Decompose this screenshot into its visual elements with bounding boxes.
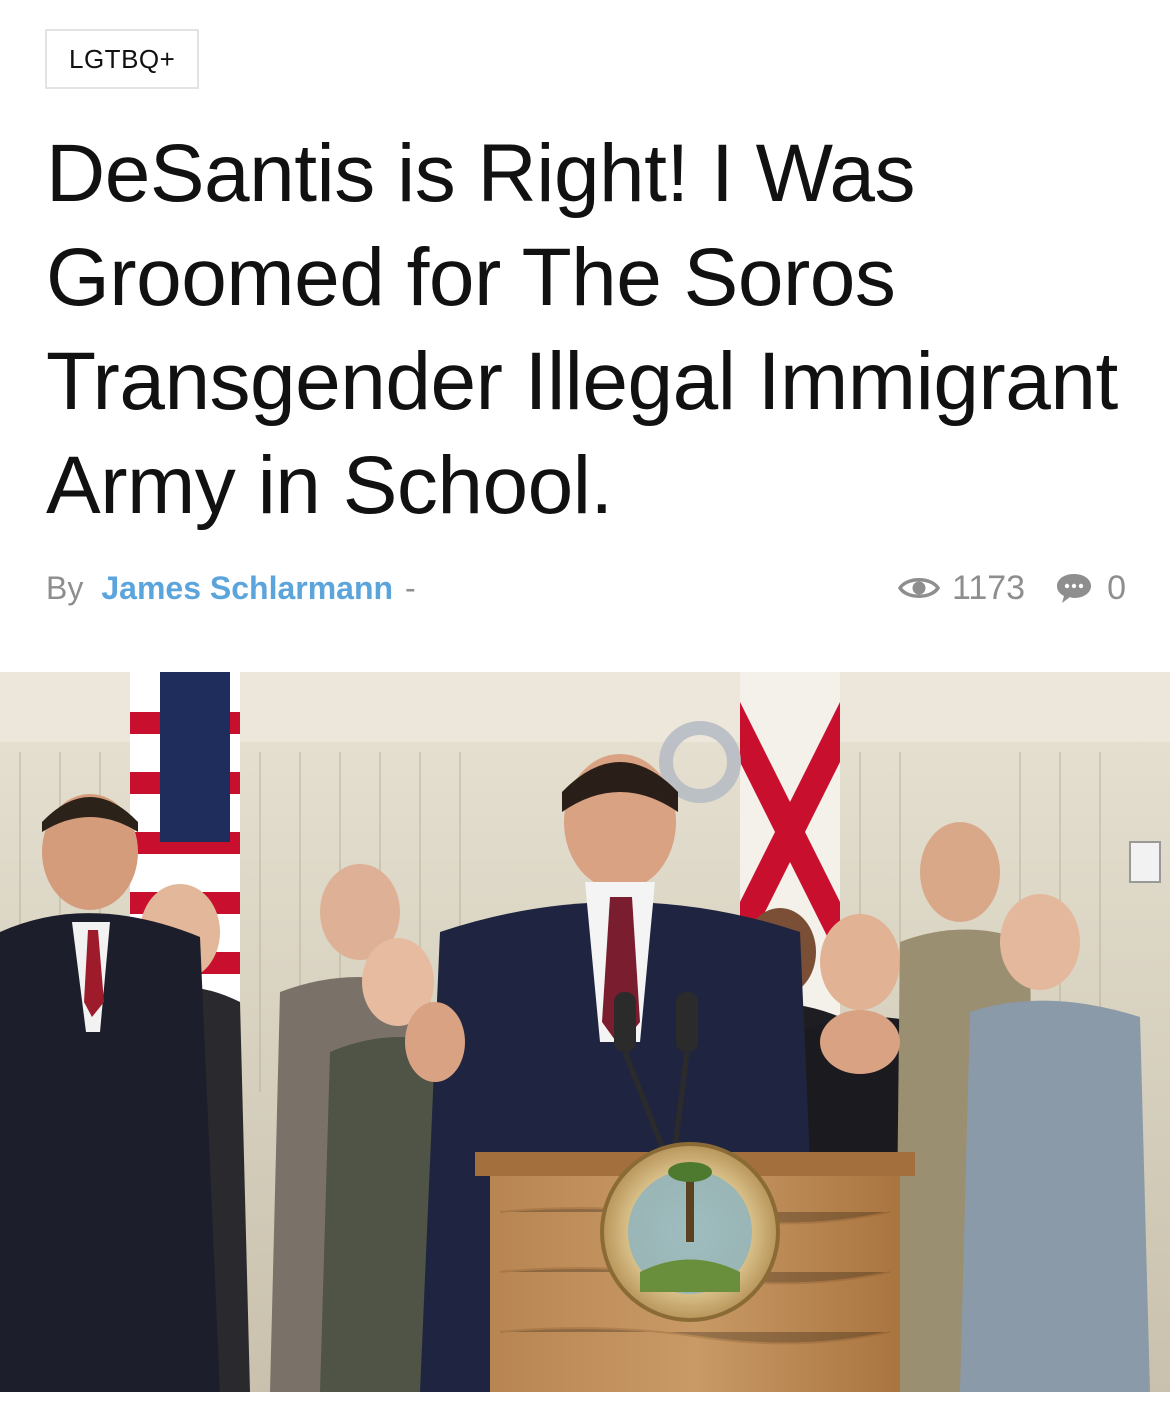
article-meta: By James Schlarmann - 1173 0 xyxy=(46,560,1126,616)
comments-count: 0 xyxy=(1107,568,1126,607)
category-label: LGTBQ+ xyxy=(69,43,176,74)
category-tag[interactable]: LGTBQ+ xyxy=(45,29,200,89)
byline: By James Schlarmann - xyxy=(46,570,416,607)
comments-stat[interactable]: 0 xyxy=(1055,569,1126,608)
article-stats: 1173 0 xyxy=(897,568,1126,608)
views-stat: 1173 xyxy=(897,568,1055,608)
hero-image xyxy=(0,672,1170,1392)
byline-separator: - xyxy=(405,569,416,606)
views-count: 1173 xyxy=(951,568,1026,607)
article-title: DeSantis is Right! I Was Groomed for The… xyxy=(46,128,1118,531)
author-link[interactable]: James Schlarmann xyxy=(101,570,393,607)
by-label: By xyxy=(46,569,84,606)
speech-bubble-icon xyxy=(1055,571,1093,605)
eye-icon xyxy=(897,574,940,602)
